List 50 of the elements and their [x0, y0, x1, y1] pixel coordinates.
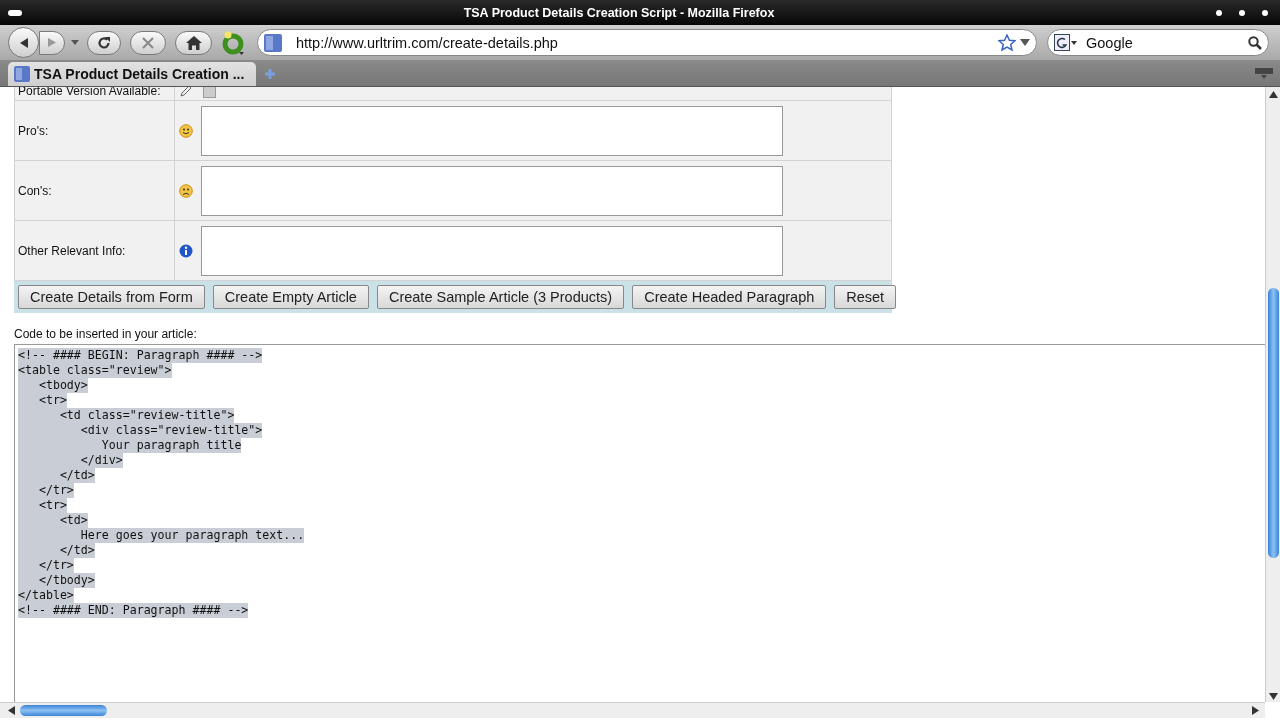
- forward-arrow-icon: [47, 37, 57, 48]
- form-button[interactable]: Create Details from Form: [18, 285, 205, 309]
- scroll-down-icon[interactable]: [1268, 693, 1278, 700]
- search-field[interactable]: Google: [1047, 29, 1269, 56]
- form-button[interactable]: Create Sample Article (3 Products): [376, 285, 625, 309]
- pencil-icon: [179, 87, 193, 98]
- scroll-right-icon[interactable]: [1252, 706, 1259, 715]
- field-label: Other Relevant Info:: [18, 243, 126, 258]
- browser-tab[interactable]: TSA Product Details Creation ...: [8, 62, 256, 86]
- reload-icon: [97, 35, 111, 50]
- scroll-up-icon[interactable]: [1268, 91, 1278, 98]
- text-area[interactable]: [201, 225, 783, 276]
- text-area[interactable]: [201, 165, 783, 216]
- vertical-scrollbar[interactable]: [1265, 87, 1280, 702]
- forward-button[interactable]: [39, 30, 65, 55]
- info-icon: [179, 243, 193, 258]
- window-title: TSA Product Details Creation Script - Mozilla Firefox: [462, 5, 776, 20]
- close-button[interactable]: [1262, 9, 1268, 16]
- field-label: Con's:: [18, 183, 52, 198]
- code-label: Code to be inserted in your article:: [14, 327, 198, 341]
- url-dropdown-icon[interactable]: [1020, 39, 1030, 46]
- reload-button[interactable]: [87, 30, 121, 55]
- maximize-button[interactable]: [1239, 9, 1245, 16]
- horizontal-scrollbar[interactable]: [0, 702, 1265, 718]
- form-button[interactable]: Reset: [834, 285, 897, 309]
- home-button[interactable]: [175, 30, 212, 55]
- scroll-left-icon[interactable]: [8, 706, 15, 715]
- history-dropdown-icon[interactable]: [71, 40, 79, 45]
- site-favicon: [14, 66, 30, 82]
- field-label: Pro's:: [18, 123, 49, 138]
- window-menu-icon[interactable]: [8, 9, 22, 16]
- search-engine-icon[interactable]: [1054, 33, 1078, 52]
- search-input[interactable]: Google: [1084, 33, 1238, 52]
- checkbox[interactable]: [203, 87, 216, 98]
- address-bar[interactable]: http://www.urltrim.com/create-details.php: [257, 29, 1037, 56]
- close-icon: [142, 36, 154, 49]
- addon-ring-icon[interactable]: [221, 29, 245, 56]
- text-area[interactable]: [201, 105, 783, 156]
- home-icon: [185, 35, 202, 50]
- bookmark-star-icon[interactable]: [998, 33, 1016, 52]
- stop-button[interactable]: [130, 30, 166, 55]
- form-button[interactable]: Create Empty Article: [212, 285, 369, 309]
- site-favicon: [264, 33, 282, 52]
- sad-face-icon: [179, 183, 193, 198]
- back-button[interactable]: [8, 27, 39, 58]
- smiley-icon: [179, 123, 193, 138]
- minimize-button[interactable]: [1216, 9, 1222, 16]
- search-icon[interactable]: [1248, 35, 1262, 50]
- form-button[interactable]: Create Headed Paragraph: [632, 285, 827, 309]
- tab-list-icon[interactable]: [1254, 66, 1274, 80]
